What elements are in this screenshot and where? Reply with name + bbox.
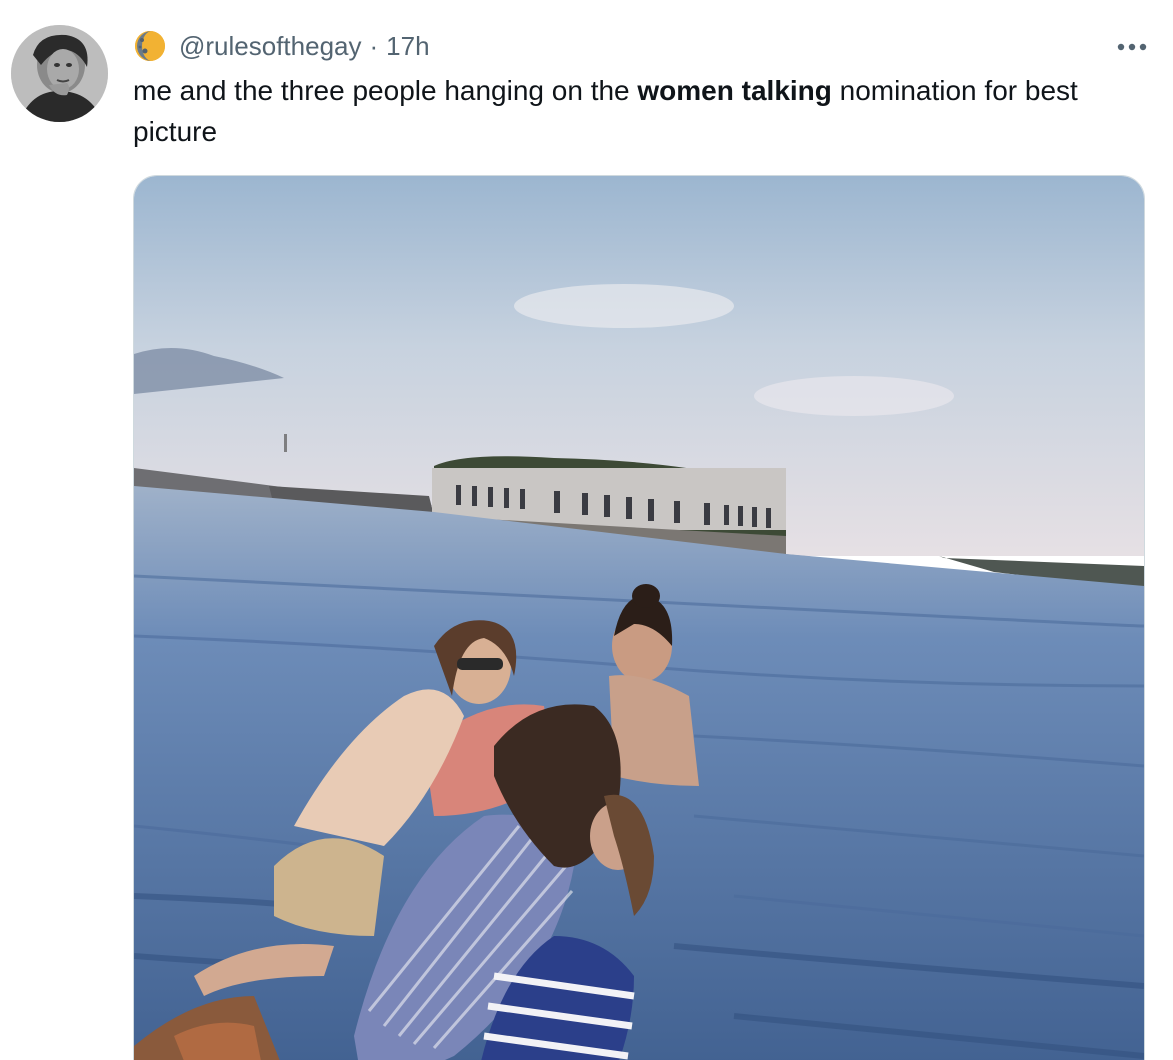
avatar-image: [11, 25, 108, 122]
tweet-text-bold: women talking: [637, 75, 832, 106]
tweet: @rulesofthegay · 17h me and the three pe…: [0, 0, 1173, 1060]
more-options-button[interactable]: [1112, 30, 1152, 64]
media-image: [134, 176, 1144, 1060]
tweet-text: me and the three people hanging on the w…: [133, 70, 1123, 152]
crescent-moon-icon: [133, 29, 167, 63]
separator-dot: ·: [369, 30, 379, 61]
tweet-text-start: me and the three people hanging on the: [133, 75, 638, 106]
timestamp[interactable]: 17h: [386, 31, 429, 62]
user-handle[interactable]: @rulesofthegay: [179, 31, 362, 62]
avatar[interactable]: [11, 25, 108, 122]
tweet-media[interactable]: [133, 175, 1145, 1060]
tweet-header: @rulesofthegay · 17h: [133, 28, 430, 64]
more-horizontal-icon: [1117, 43, 1147, 51]
